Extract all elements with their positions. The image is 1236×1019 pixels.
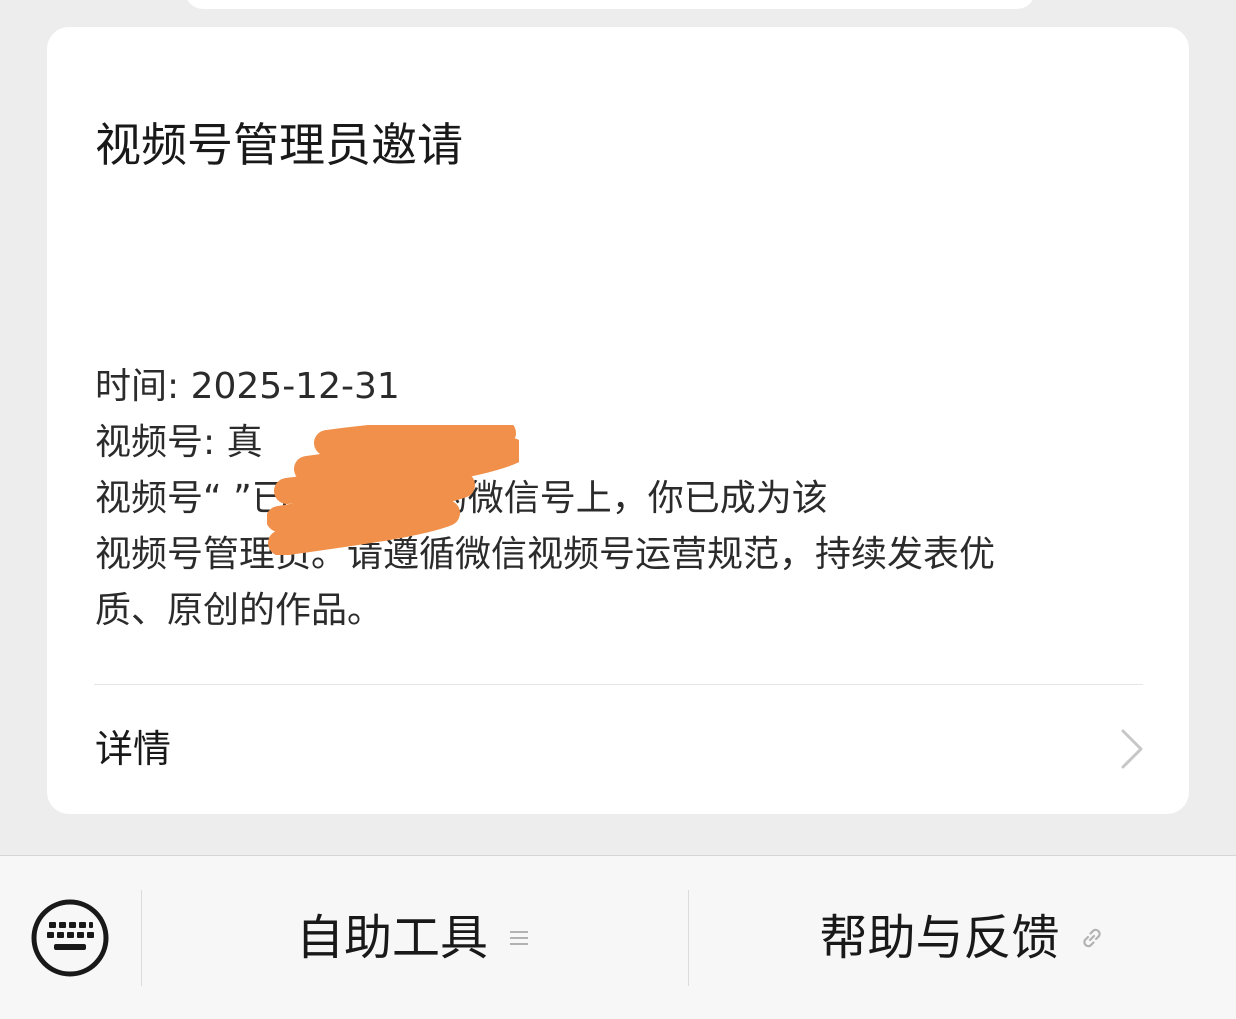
keyboard-icon[interactable] bbox=[30, 898, 110, 978]
details-row[interactable]: 详情 bbox=[47, 685, 1189, 813]
chevron-right-icon bbox=[1121, 729, 1143, 769]
message-body: 时间: 2025-12-31 视频号: 真 视频号“ ”已更换至你的微信号上，你… bbox=[95, 359, 1135, 639]
message-line-3: 质、原创的作品。 bbox=[95, 590, 384, 631]
link-icon bbox=[1082, 928, 1101, 948]
message-card: 视频号管理员邀请 时间: 2025-12-31 视频号: 真 视频号“ ”已更换… bbox=[47, 27, 1189, 814]
self-service-tools-label: 自助工具 bbox=[295, 910, 488, 966]
time-line: 时间: 2025-12-31 bbox=[95, 366, 400, 407]
details-label: 详情 bbox=[95, 727, 172, 771]
help-feedback-label: 帮助与反馈 bbox=[819, 910, 1060, 966]
message-line-1: 视频号“ ”已更换至你的微信号上，你已成为该 bbox=[95, 478, 828, 519]
card-title: 视频号管理员邀请 bbox=[95, 118, 463, 172]
bottom-menu-bar: 自助工具 帮助与反馈 bbox=[0, 855, 1236, 1019]
menu-lines-icon bbox=[510, 931, 528, 945]
previous-message-card bbox=[185, 0, 1035, 9]
channel-line: 视频号: 真 bbox=[95, 422, 263, 463]
redaction-scribble bbox=[267, 425, 519, 555]
self-service-tools-button[interactable]: 自助工具 bbox=[142, 890, 688, 986]
help-feedback-button[interactable]: 帮助与反馈 bbox=[689, 890, 1236, 986]
message-line-2: 视频号管理员。请遵循微信视频号运营规范，持续发表优 bbox=[95, 534, 996, 575]
